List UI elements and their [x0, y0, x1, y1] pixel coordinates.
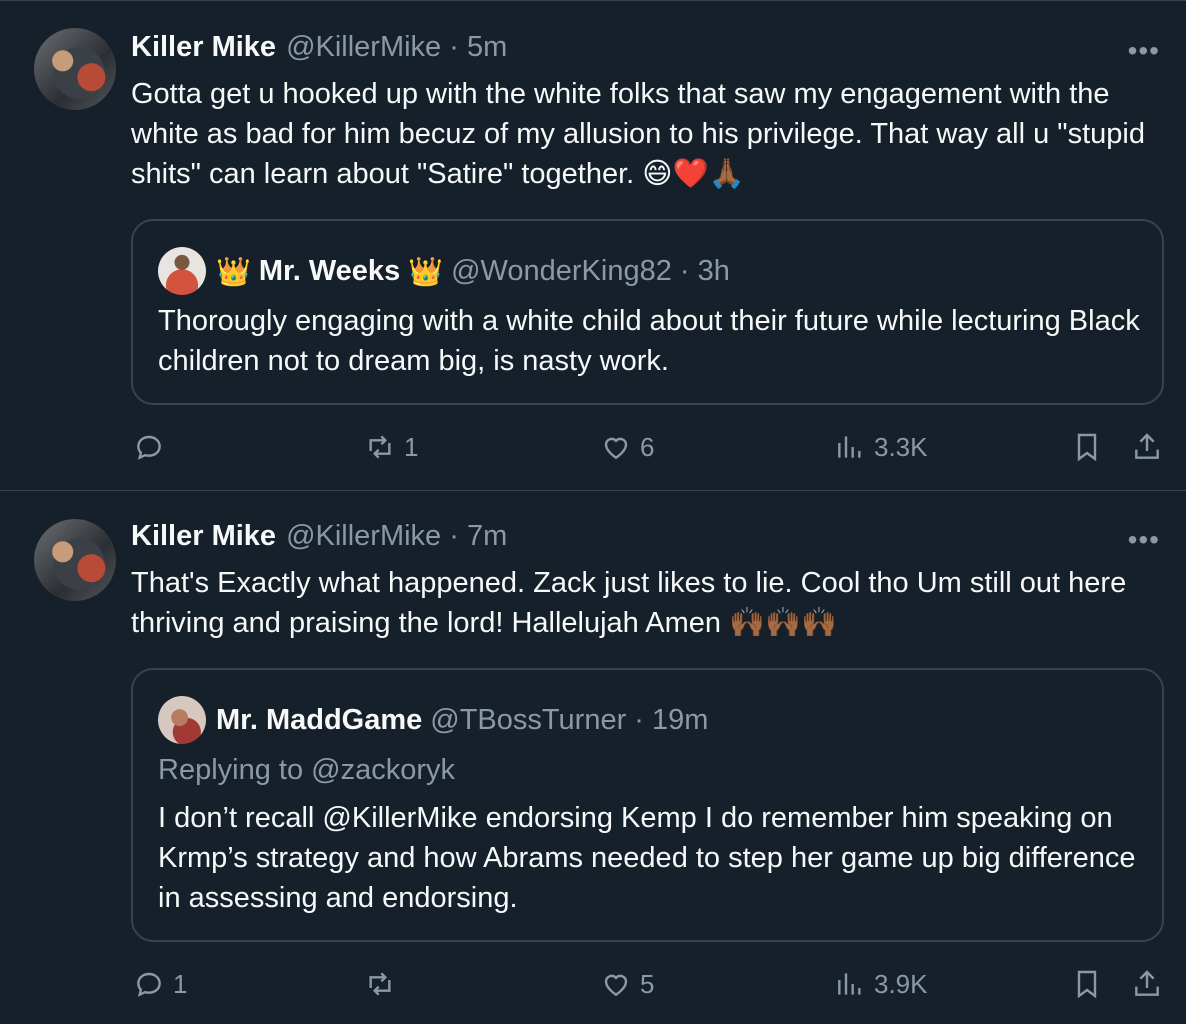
- like-icon: [604, 974, 628, 997]
- bookmark-button[interactable]: [1071, 968, 1103, 1000]
- like-count: 6: [640, 431, 655, 462]
- quote-author-name: Mr. MaddGame: [216, 703, 423, 736]
- reply-button[interactable]: [133, 431, 173, 463]
- repost-button[interactable]: [364, 968, 404, 1000]
- tweet-header: Killer Mike @KillerMike · 7m: [131, 520, 507, 553]
- action-bar: 1 6 3.3K: [0, 431, 1186, 471]
- views-count: 3.3K: [874, 431, 928, 462]
- repost-button[interactable]: 1: [364, 431, 418, 463]
- author-name[interactable]: Killer Mike: [131, 31, 276, 64]
- author-name[interactable]: Killer Mike: [131, 520, 276, 553]
- quote-header: Mr. MaddGame @TBossTurner · 19m: [158, 696, 708, 744]
- views-icon: [838, 436, 861, 458]
- quote-text: I don’t recall @KillerMike endorsing Kem…: [158, 802, 1136, 914]
- tweet-text: That's Exactly what happened. Zack just …: [131, 567, 1127, 639]
- bookmark-icon: [1077, 433, 1097, 462]
- tweet[interactable]: Killer Mike @KillerMike · 5m ••• Gotta g…: [0, 0, 1186, 490]
- avatar[interactable]: [34, 519, 116, 601]
- action-bar: 1 5 3.9K: [0, 968, 1186, 1008]
- replying-to: Replying to @zackoryk: [158, 754, 455, 786]
- like-button[interactable]: 5: [600, 968, 654, 1000]
- repost-icon: [369, 435, 391, 459]
- like-icon: [604, 437, 628, 460]
- tweet[interactable]: Killer Mike @KillerMike · 7m ••• That's …: [0, 490, 1186, 1023]
- quote-avatar[interactable]: [158, 247, 206, 295]
- bookmark-icon: [1077, 970, 1097, 999]
- quote-header: 👑 Mr. Weeks 👑 @WonderKing82 · 3h: [158, 247, 730, 295]
- views-button[interactable]: 3.3K: [834, 431, 928, 463]
- reply-count: 1: [173, 968, 188, 999]
- handle-time[interactable]: @KillerMike · 5m: [286, 31, 507, 64]
- more-icon[interactable]: •••: [1128, 524, 1160, 556]
- tweet-text: Gotta get u hooked up with the white fol…: [131, 78, 1145, 190]
- more-icon[interactable]: •••: [1128, 35, 1160, 67]
- quote-author-name: Mr. Weeks: [258, 254, 401, 287]
- crown-icon: 👑: [408, 255, 444, 287]
- reply-icon: [137, 435, 161, 460]
- bookmark-button[interactable]: [1071, 431, 1103, 463]
- share-icon: [1135, 433, 1159, 459]
- repost-icon: [369, 972, 391, 996]
- avatar[interactable]: [34, 28, 116, 110]
- views-icon: [838, 973, 861, 995]
- quote-text: Thorougly engaging with a white child ab…: [158, 305, 1140, 377]
- repost-count: 1: [404, 431, 419, 462]
- views-count: 3.9K: [874, 968, 928, 999]
- views-button[interactable]: 3.9K: [834, 968, 928, 1000]
- crown-icon: 👑: [216, 255, 251, 287]
- quote-handle-time: @WonderKing82 · 3h: [451, 254, 730, 287]
- like-button[interactable]: 6: [600, 431, 654, 463]
- quoted-tweet[interactable]: 👑 Mr. Weeks 👑 @WonderKing82 · 3h Thoroug…: [131, 219, 1164, 405]
- quote-avatar[interactable]: [158, 696, 206, 744]
- share-icon: [1135, 970, 1159, 996]
- quoted-tweet[interactable]: Mr. MaddGame @TBossTurner · 19m Replying…: [131, 668, 1164, 942]
- share-button[interactable]: [1131, 431, 1163, 463]
- share-button[interactable]: [1131, 968, 1163, 1000]
- handle-time[interactable]: @KillerMike · 7m: [286, 520, 507, 553]
- tweet-header: Killer Mike @KillerMike · 5m: [131, 31, 507, 64]
- reply-icon: [137, 972, 161, 997]
- quote-handle-time: @TBossTurner · 19m: [430, 703, 709, 736]
- like-count: 5: [640, 968, 655, 999]
- reply-button[interactable]: 1: [133, 968, 187, 1000]
